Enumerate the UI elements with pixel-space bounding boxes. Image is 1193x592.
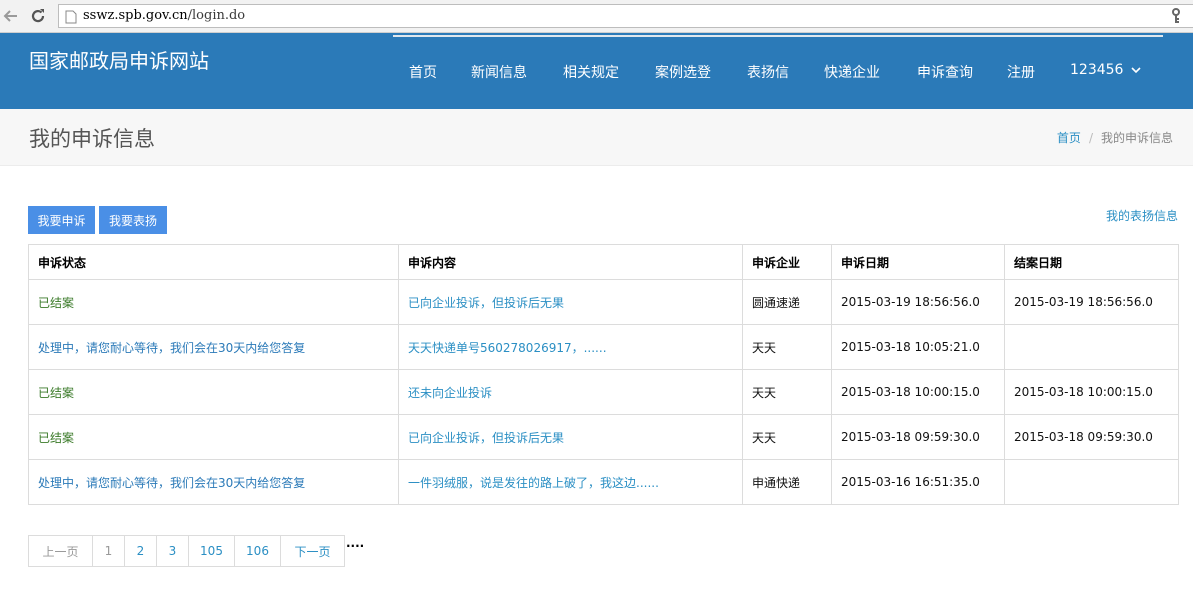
close-date-cell: 2015-03-18 09:59:30.0 [1004, 414, 1179, 460]
page-title: 我的申诉信息 [29, 127, 155, 151]
table-header-row: 申诉状态 申诉内容 申诉企业 申诉日期 结案日期 [28, 244, 1179, 280]
nav-divider [393, 35, 1163, 37]
table-row: 已结案 已向企业投诉，但投诉后无果 天天 2015-03-18 09:59:30… [28, 414, 1179, 460]
prev-page-button[interactable]: 上一页 [29, 536, 93, 566]
date-cell: 2015-03-18 10:00:15.0 [831, 369, 1005, 415]
user-menu[interactable]: 123456 [1070, 62, 1142, 78]
chevron-down-icon [1131, 66, 1142, 73]
table-row: 已结案 还未向企业投诉 天天 2015-03-18 10:00:15.0 201… [28, 369, 1179, 415]
url-text: sswz.spb.gov.cn/login.do [83, 8, 245, 23]
close-date-cell: 2015-03-19 18:56:56.0 [1004, 279, 1179, 325]
page-105-button[interactable]: 105 [189, 536, 235, 566]
close-date-cell [1004, 324, 1179, 370]
content-link[interactable]: 已向企业投诉，但投诉后无果 [398, 279, 743, 325]
date-cell: 2015-03-19 18:56:56.0 [831, 279, 1005, 325]
page-106-button[interactable]: 106 [235, 536, 281, 566]
header-close-date: 结案日期 [1004, 244, 1179, 280]
content-link[interactable]: 已向企业投诉，但投诉后无果 [398, 414, 743, 460]
date-cell: 2015-03-18 10:05:21.0 [831, 324, 1005, 370]
close-date-cell: 2015-03-18 10:00:15.0 [1004, 369, 1179, 415]
nav-register[interactable]: 注册 [1007, 62, 1035, 82]
browser-toolbar: sswz.spb.gov.cn/login.do [0, 0, 1193, 33]
status-cell: 处理中，请您耐心等待，我们会在30天内给您答复 [28, 459, 399, 505]
company-cell: 圆通速递 [742, 279, 832, 325]
key-icon[interactable] [1169, 8, 1183, 24]
header-content: 申诉内容 [398, 244, 743, 280]
complaint-table: 申诉状态 申诉内容 申诉企业 申诉日期 结案日期 已结案 已向企业投诉，但投诉后… [28, 244, 1179, 505]
site-title[interactable]: 国家邮政局申诉网站 [29, 45, 209, 74]
reload-icon[interactable] [28, 6, 48, 26]
page-1-button[interactable]: 1 [93, 536, 125, 566]
page-3-button[interactable]: 3 [157, 536, 189, 566]
status-cell: 已结案 [28, 414, 399, 460]
address-bar[interactable]: sswz.spb.gov.cn/login.do [58, 4, 1193, 28]
nav-praise-letters[interactable]: 表扬信 [747, 62, 789, 82]
company-cell: 天天 [742, 369, 832, 415]
content-link[interactable]: 一件羽绒服，说是发往的路上破了，我这边...... [398, 459, 743, 505]
table-row: 处理中，请您耐心等待，我们会在30天内给您答复 天天快递单号5602780269… [28, 324, 1179, 370]
user-name: 123456 [1070, 62, 1124, 78]
table-row: 处理中，请您耐心等待，我们会在30天内给您答复 一件羽绒服，说是发往的路上破了，… [28, 459, 1179, 505]
content-link[interactable]: 天天快递单号560278026917，...... [398, 324, 743, 370]
url-path: /login.do [187, 8, 246, 23]
my-praise-link[interactable]: 我的表扬信息 [1106, 207, 1178, 224]
breadcrumb: 首页 / 我的申诉信息 [1057, 129, 1173, 146]
file-complaint-button[interactable]: 我要申诉 [28, 206, 95, 234]
page-title-band: 我的申诉信息 首页 / 我的申诉信息 [0, 109, 1193, 166]
pagination-ellipsis: .... [346, 536, 365, 550]
date-cell: 2015-03-18 09:59:30.0 [831, 414, 1005, 460]
date-cell: 2015-03-16 16:51:35.0 [831, 459, 1005, 505]
company-cell: 天天 [742, 414, 832, 460]
url-domain: sswz.spb.gov.cn [83, 8, 188, 23]
content-link[interactable]: 还未向企业投诉 [398, 369, 743, 415]
nav-news[interactable]: 新闻信息 [471, 62, 527, 82]
site-header: 国家邮政局申诉网站 首页 新闻信息 相关规定 案例选登 表扬信 快递企业 申诉查… [0, 33, 1193, 109]
nav-complaint-query[interactable]: 申诉查询 [917, 62, 973, 82]
status-cell: 处理中，请您耐心等待，我们会在30天内给您答复 [28, 324, 399, 370]
company-cell: 天天 [742, 324, 832, 370]
header-date: 申诉日期 [831, 244, 1005, 280]
next-page-button[interactable]: 下一页 [281, 536, 345, 566]
status-cell: 已结案 [28, 279, 399, 325]
header-company: 申诉企业 [742, 244, 832, 280]
nav-regulations[interactable]: 相关规定 [563, 62, 619, 82]
back-arrow-icon[interactable] [0, 6, 20, 26]
page-icon [65, 9, 77, 24]
nav-cases[interactable]: 案例选登 [655, 62, 711, 82]
nav-express-companies[interactable]: 快递企业 [824, 62, 880, 82]
status-cell: 已结案 [28, 369, 399, 415]
breadcrumb-current: 我的申诉信息 [1100, 131, 1173, 145]
company-cell: 申通快递 [742, 459, 832, 505]
header-status: 申诉状态 [28, 244, 399, 280]
page-2-button[interactable]: 2 [125, 536, 157, 566]
pagination: 上一页 1 2 3 105 106 下一页 [28, 535, 345, 567]
nav-home[interactable]: 首页 [409, 62, 437, 82]
file-praise-button[interactable]: 我要表扬 [99, 206, 167, 234]
close-date-cell [1004, 459, 1179, 505]
table-row: 已结案 已向企业投诉，但投诉后无果 圆通速递 2015-03-19 18:56:… [28, 279, 1179, 325]
breadcrumb-separator: / [1088, 130, 1093, 145]
breadcrumb-home[interactable]: 首页 [1057, 129, 1081, 146]
